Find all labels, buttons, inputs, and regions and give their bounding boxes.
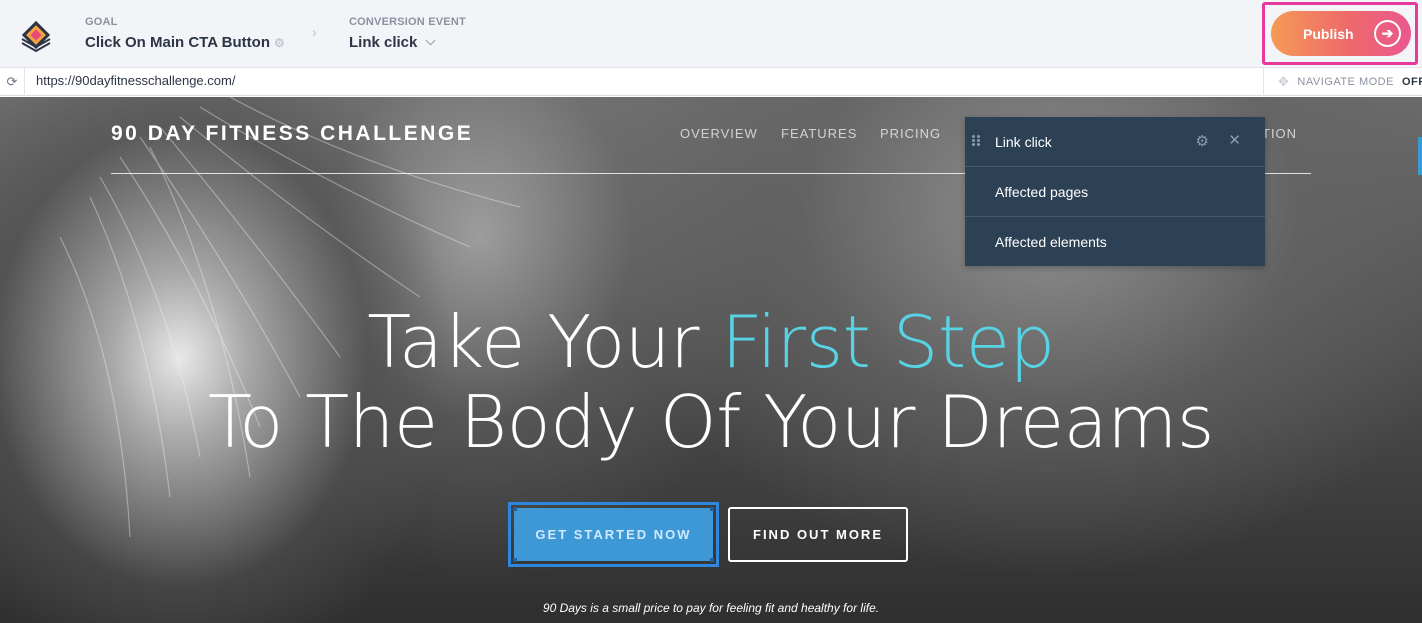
side-tab[interactable]	[1418, 137, 1422, 175]
gear-icon[interactable]: ⚙	[1196, 132, 1209, 150]
crosshair-icon: ✥	[1278, 74, 1290, 89]
drag-handle-icon[interactable]	[972, 135, 980, 147]
resize-handle[interactable]	[513, 558, 517, 562]
hero-headline: Take Your First Step To The Body Of Your…	[0, 302, 1422, 462]
panel-item-affected-pages[interactable]: Affected pages	[965, 167, 1265, 217]
get-started-button[interactable]: GET STARTED NOW	[514, 508, 713, 561]
url-bar: ⟳ ✥ NAVIGATE MODE OFF	[0, 68, 1422, 96]
headline-part1: Take Your	[367, 300, 722, 384]
goal-value: Click On Main CTA Button	[85, 34, 270, 51]
refresh-icon[interactable]: ⟳	[0, 68, 25, 96]
panel-header[interactable]: Link click ⚙ ✕	[965, 117, 1265, 167]
nav-features[interactable]: FEATURES	[781, 126, 857, 141]
navigate-mode-toggle[interactable]: ✥ NAVIGATE MODE OFF	[1263, 68, 1422, 96]
panel-item-affected-elements[interactable]: Affected elements	[965, 217, 1265, 267]
goal-bar: GOAL Click On Main CTA Button ⚙ › CONVER…	[0, 0, 1422, 68]
nav-overview[interactable]: OVERVIEW	[680, 126, 758, 141]
conversion-value: Link click	[349, 34, 418, 51]
find-out-more-button[interactable]: FIND OUT MORE	[728, 507, 908, 562]
nav-partial-item[interactable]: TION	[1262, 126, 1297, 141]
gear-icon[interactable]: ⚙	[274, 36, 285, 50]
headline-accent: First Step	[721, 300, 1055, 384]
chevron-down-icon	[425, 35, 436, 46]
app-logo-icon[interactable]	[16, 15, 56, 55]
conversion-event-panel: Link click ⚙ ✕ Affected pages Affected e…	[965, 117, 1265, 266]
publish-highlight: Publish ➔	[1262, 2, 1418, 65]
publish-label: Publish	[1303, 25, 1354, 42]
resize-handle[interactable]	[710, 507, 714, 511]
navigate-mode-label: NAVIGATE MODE	[1297, 76, 1394, 88]
goal-label: GOAL	[85, 16, 118, 28]
conversion-event-selector[interactable]: CONVERSION EVENT Link click	[349, 16, 466, 51]
selected-element-outline: GET STARTED NOW	[508, 502, 719, 567]
url-input[interactable]	[36, 73, 636, 88]
nav-pricing[interactable]: PRICING	[880, 126, 941, 141]
close-icon[interactable]: ✕	[1228, 131, 1241, 149]
arrow-right-circle-icon: ➔	[1374, 20, 1401, 47]
publish-button[interactable]: Publish ➔	[1271, 11, 1411, 56]
navigate-mode-state: OFF	[1401, 76, 1422, 88]
resize-handle[interactable]	[710, 558, 714, 562]
conversion-label: CONVERSION EVENT	[349, 16, 466, 28]
resize-handle[interactable]	[513, 507, 517, 511]
goal-selector[interactable]: GOAL Click On Main CTA Button ⚙	[85, 16, 285, 51]
hero-tagline: 90 Days is a small price to pay for feel…	[542, 601, 880, 615]
headline-line2: To The Body Of Your Dreams	[208, 380, 1214, 464]
chevron-right-icon: ›	[312, 24, 317, 40]
site-brand[interactable]: 90 DAY FITNESS CHALLENGE	[111, 122, 473, 146]
panel-title: Link click	[995, 133, 1052, 150]
